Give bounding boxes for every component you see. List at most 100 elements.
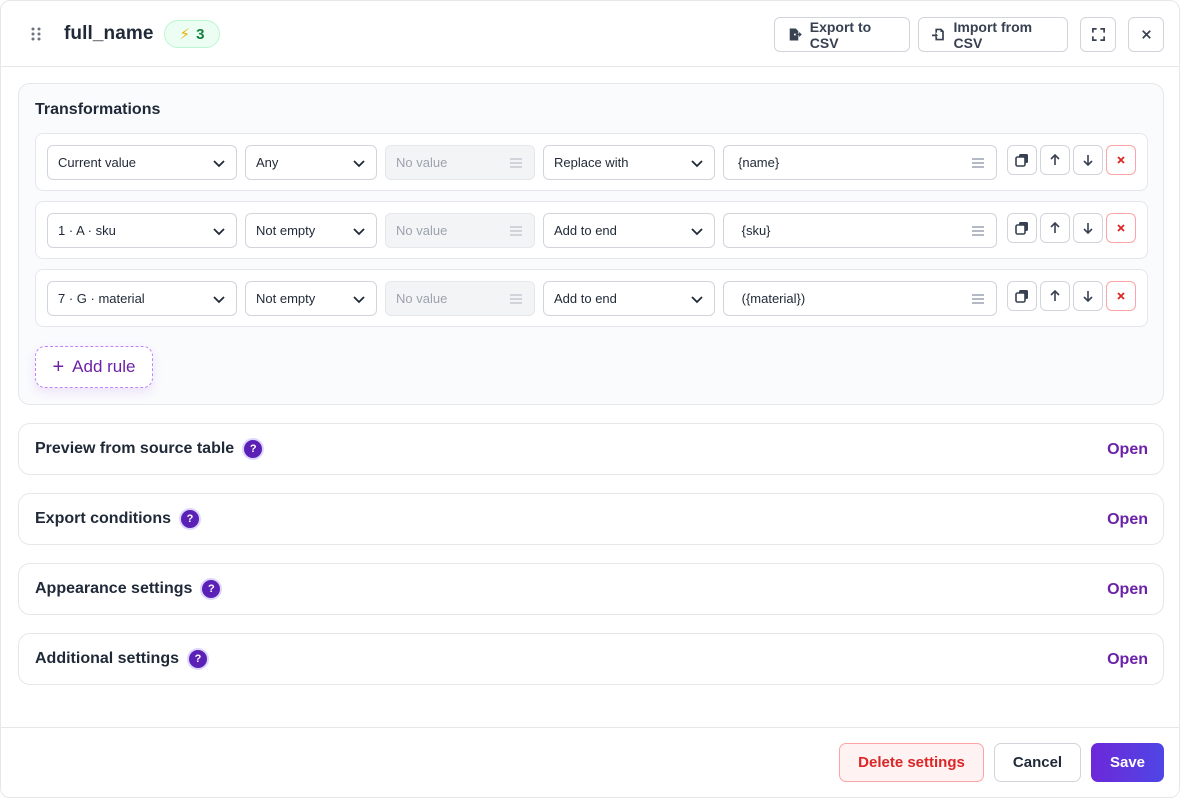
close-icon: [1141, 30, 1151, 39]
add-rule-button[interactable]: + Add rule: [35, 346, 153, 388]
move-down-button[interactable]: [1073, 145, 1103, 175]
chevron-down-icon: [353, 296, 365, 304]
delete-settings-button[interactable]: Delete settings: [839, 743, 984, 782]
move-down-button[interactable]: [1073, 281, 1103, 311]
lightning-icon: ⚡: [179, 26, 191, 43]
template-input[interactable]: ({material}): [723, 281, 997, 316]
delete-rule-button[interactable]: [1106, 281, 1136, 311]
source-select[interactable]: Current value: [47, 145, 237, 180]
duplicate-rule-button[interactable]: [1007, 213, 1037, 243]
close-icon: [1117, 224, 1125, 232]
condition-select-value: Any: [256, 155, 279, 170]
modal-footer: Delete settings Cancel Save: [1, 727, 1179, 797]
open-link[interactable]: Open: [1107, 441, 1148, 459]
section-title: Preview from source table ?: [35, 440, 263, 458]
file-import-icon: [932, 28, 944, 41]
section-title: Export conditions ?: [35, 510, 199, 528]
cancel-button[interactable]: Cancel: [994, 743, 1081, 782]
condition-select[interactable]: Not empty: [245, 281, 377, 316]
help-icon[interactable]: ?: [189, 650, 207, 668]
open-link[interactable]: Open: [1107, 581, 1148, 599]
template-input-value: ({material}): [738, 291, 806, 306]
export-csv-button[interactable]: Export to CSV: [774, 17, 910, 52]
page-title: full_name: [64, 23, 154, 44]
arrow-down-icon: [1083, 223, 1093, 235]
source-select[interactable]: 7 · G · material: [47, 281, 237, 316]
action-select-value: Add to end: [554, 223, 617, 238]
close-icon: [1117, 156, 1125, 164]
duplicate-rule-button[interactable]: [1007, 145, 1037, 175]
close-button[interactable]: [1128, 17, 1164, 52]
action-select[interactable]: Add to end: [543, 213, 715, 248]
move-up-button[interactable]: [1040, 281, 1070, 311]
duplicate-rule-button[interactable]: [1007, 281, 1037, 311]
expand-icon: [1091, 28, 1105, 41]
chevron-down-icon: [691, 228, 703, 236]
settings-modal: full_name ⚡ 3 Export to CSV Import from …: [0, 0, 1180, 798]
copy-icon: [1015, 154, 1028, 167]
open-link[interactable]: Open: [1107, 511, 1148, 529]
move-up-button[interactable]: [1040, 213, 1070, 243]
delete-rule-button[interactable]: [1106, 145, 1136, 175]
arrow-up-icon: [1050, 153, 1060, 165]
menu-lines-icon: [510, 226, 522, 236]
rule-count-badge: ⚡ 3: [164, 20, 220, 48]
section-title-text: Appearance settings: [35, 580, 193, 597]
action-select-value: Replace with: [554, 155, 629, 170]
import-csv-button[interactable]: Import from CSV: [918, 17, 1068, 52]
condition-select[interactable]: Any: [245, 145, 377, 180]
source-select-value: Current value: [58, 155, 137, 170]
section-title: Additional settings ?: [35, 650, 207, 668]
chevron-down-icon: [353, 160, 365, 168]
source-select[interactable]: 1 · A · sku: [47, 213, 237, 248]
action-select[interactable]: Replace with: [543, 145, 715, 180]
chevron-down-icon: [691, 160, 703, 168]
delete-rule-button[interactable]: [1106, 213, 1136, 243]
export-csv-label: Export to CSV: [809, 18, 872, 51]
fullscreen-button[interactable]: [1080, 17, 1116, 52]
transformations-title: Transformations: [35, 101, 161, 118]
move-down-button[interactable]: [1073, 213, 1103, 243]
menu-lines-icon: [510, 294, 522, 304]
chevron-down-icon: [213, 228, 225, 236]
condition-select-value: Not empty: [256, 223, 316, 238]
section-appearance[interactable]: Appearance settings ? Open: [18, 563, 1164, 615]
value-field-placeholder: No value: [396, 291, 448, 306]
section-title: Appearance settings ?: [35, 580, 221, 598]
open-link[interactable]: Open: [1107, 651, 1148, 669]
chevron-down-icon: [353, 228, 365, 236]
help-icon[interactable]: ?: [244, 440, 263, 458]
action-select[interactable]: Add to end: [543, 281, 715, 316]
condition-select[interactable]: Not empty: [245, 213, 377, 248]
template-input[interactable]: {name}: [723, 145, 997, 180]
section-export-conditions[interactable]: Export conditions ? Open: [18, 493, 1164, 545]
copy-icon: [1015, 290, 1028, 303]
menu-lines-icon: [972, 226, 984, 236]
section-title-text: Export conditions: [35, 510, 171, 527]
file-export-icon: [789, 28, 802, 41]
menu-lines-icon: [972, 294, 984, 304]
menu-lines-icon: [972, 158, 984, 168]
help-icon[interactable]: ?: [202, 580, 221, 598]
arrow-down-icon: [1083, 155, 1093, 167]
drag-handle-icon[interactable]: [29, 27, 43, 41]
source-select-value: 7 · G · material: [58, 291, 145, 306]
save-button[interactable]: Save: [1091, 743, 1164, 782]
rule-row: Current value Any No value Replace with …: [35, 133, 1148, 191]
rule-row: 7 · G · material Not empty No value Add …: [35, 269, 1148, 327]
value-field-placeholder: No value: [396, 155, 448, 170]
section-title-text: Preview from source table: [35, 440, 235, 457]
template-input-value: {sku}: [738, 223, 771, 238]
help-icon[interactable]: ?: [181, 510, 199, 528]
section-preview[interactable]: Preview from source table ? Open: [18, 423, 1164, 475]
template-input-value: {name}: [738, 155, 780, 170]
template-input[interactable]: {sku}: [723, 213, 997, 248]
chevron-down-icon: [213, 296, 225, 304]
section-title-text: Additional settings: [35, 650, 179, 667]
arrow-up-icon: [1050, 221, 1060, 233]
modal-header: full_name ⚡ 3 Export to CSV Import from …: [1, 1, 1179, 67]
value-field-placeholder: No value: [396, 223, 448, 238]
section-additional[interactable]: Additional settings ? Open: [18, 633, 1164, 685]
rule-count: 3: [196, 25, 205, 43]
move-up-button[interactable]: [1040, 145, 1070, 175]
